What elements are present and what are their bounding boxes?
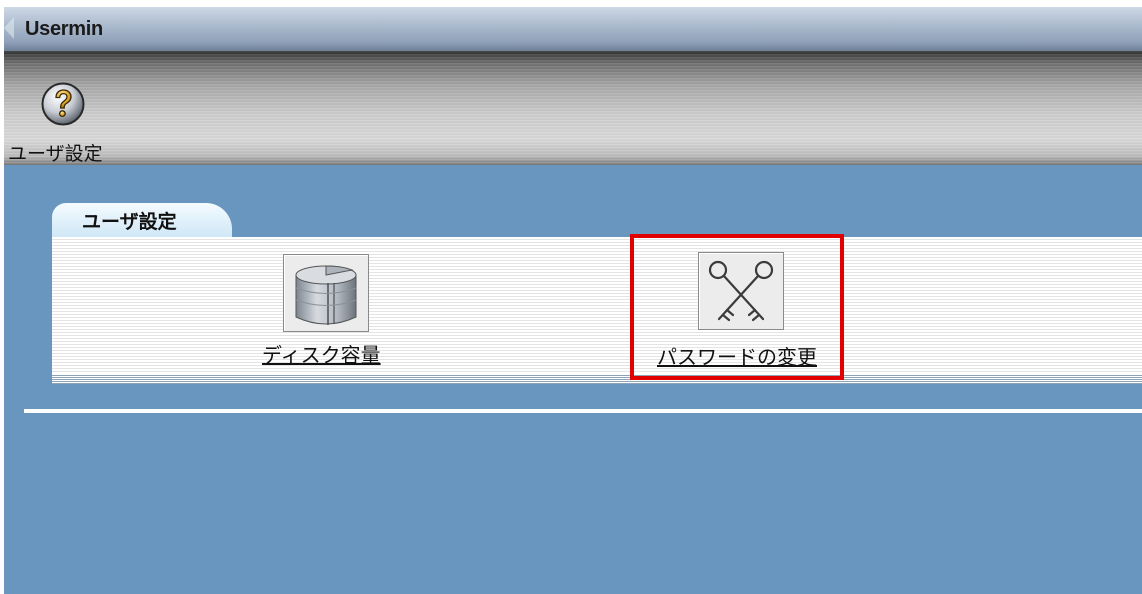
panel-bottom-border (52, 374, 1142, 384)
module-change-password[interactable]: パスワードの変更 (642, 247, 852, 370)
disk-cylinder-icon (295, 265, 357, 325)
user-settings-help-label: ユーザ設定 (8, 143, 103, 165)
module-panel: ディスク容量 パスワードの変更 (52, 237, 1142, 374)
module-disk-quota-icon-box[interactable] (283, 254, 369, 332)
crossed-keys-icon (708, 260, 774, 322)
module-change-password-label[interactable]: パスワードの変更 (657, 341, 817, 370)
module-disk-quota-label[interactable]: ディスク容量 (262, 339, 381, 368)
section-tab-label: ユーザ設定 (82, 211, 177, 233)
section-tab-user-settings: ユーザ設定 (52, 203, 232, 237)
divider (24, 409, 1142, 413)
toolbar: ユーザ設定 (4, 51, 1142, 165)
title-tab-notch (4, 17, 14, 39)
app-title: Usermin (25, 18, 103, 40)
module-disk-quota[interactable]: ディスク容量 (212, 247, 412, 367)
help-question-icon (41, 82, 85, 126)
title-bar: Usermin (4, 7, 1142, 51)
usermin-window: Usermin ユーザ設定 ユーザ設定 ディスク容量 パスワードの変更 (4, 7, 1142, 594)
module-change-password-icon-box[interactable] (698, 252, 784, 330)
user-settings-help-button[interactable]: ユーザ設定 (4, 51, 144, 165)
